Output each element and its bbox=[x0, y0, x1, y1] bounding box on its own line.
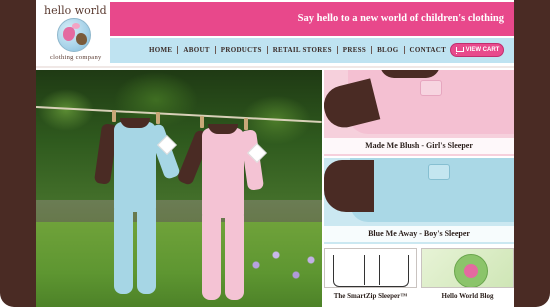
nav-retail-stores[interactable]: RETAIL STORES bbox=[268, 46, 338, 54]
logo-text-bottom: clothing company bbox=[50, 54, 102, 61]
nav-press[interactable]: PRESS bbox=[338, 46, 373, 54]
cart-icon bbox=[455, 47, 464, 54]
nav-about[interactable]: ABOUT bbox=[178, 46, 216, 54]
blog-promo-image[interactable] bbox=[421, 248, 514, 288]
blog-link[interactable]: Hello World Blog bbox=[421, 292, 514, 300]
nav-contact[interactable]: CONTACT bbox=[405, 46, 452, 54]
tagline: Say hello to a new world of children's c… bbox=[297, 13, 504, 24]
smartzip-link[interactable]: The SmartZip Sleeper™ bbox=[324, 292, 417, 300]
product-caption[interactable]: Blue Me Away - Boy's Sleeper bbox=[324, 226, 514, 242]
sleeper-sketch-icon bbox=[333, 255, 409, 287]
nav-bar: HOME ABOUT PRODUCTS RETAIL STORES PRESS … bbox=[110, 38, 514, 63]
site-container: hello world clothing company Say hello t… bbox=[36, 0, 514, 307]
view-cart-button[interactable]: VIEW CART bbox=[450, 43, 504, 57]
nav-blog[interactable]: BLOG bbox=[372, 46, 405, 54]
main-nav: HOME ABOUT PRODUCTS RETAIL STORES PRESS … bbox=[144, 46, 451, 54]
header-divider bbox=[36, 66, 514, 68]
background-left bbox=[0, 0, 36, 307]
nav-home[interactable]: HOME bbox=[144, 46, 179, 54]
smartzip-promo-image[interactable] bbox=[324, 248, 417, 288]
pink-sleeper-photo bbox=[176, 116, 267, 302]
view-cart-label: VIEW CART bbox=[465, 47, 500, 53]
background-right bbox=[514, 0, 550, 307]
logo-text-top: hello world bbox=[44, 4, 107, 17]
blue-sleeper-photo bbox=[93, 110, 181, 296]
zipper-icon bbox=[428, 164, 450, 180]
product-caption[interactable]: Made Me Blush - Girl's Sleeper bbox=[324, 138, 514, 154]
hero-image[interactable] bbox=[36, 70, 322, 307]
globe-badge-icon bbox=[454, 254, 488, 287]
header-banner: Say hello to a new world of children's c… bbox=[110, 2, 514, 36]
page-frame: hello world clothing company Say hello t… bbox=[0, 0, 550, 307]
logo[interactable]: hello world clothing company bbox=[40, 2, 108, 64]
zipper-icon bbox=[420, 80, 442, 96]
globe-icon bbox=[57, 18, 91, 52]
product-card-boys-sleeper[interactable]: Blue Me Away - Boy's Sleeper bbox=[324, 158, 514, 244]
product-card-girls-sleeper[interactable]: Made Me Blush - Girl's Sleeper bbox=[324, 70, 514, 156]
nav-products[interactable]: PRODUCTS bbox=[216, 46, 268, 54]
promo-row: The SmartZip Sleeper™ Hello World Blog bbox=[324, 246, 514, 307]
